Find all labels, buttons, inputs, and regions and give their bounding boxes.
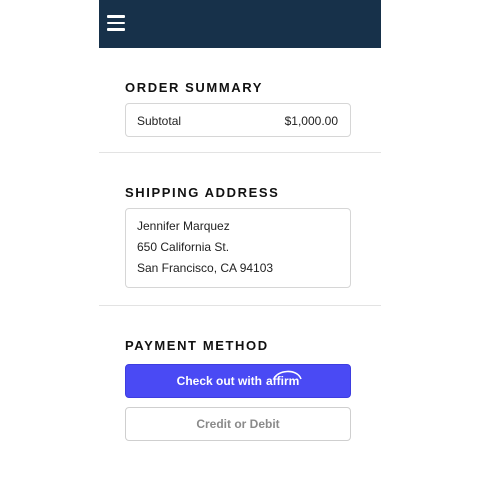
section-divider	[99, 152, 381, 153]
subtotal-value: $1,000.00	[284, 113, 338, 128]
credit-debit-button[interactable]: Credit or Debit	[125, 407, 351, 441]
address-name: Jennifer Marquez	[137, 219, 230, 233]
affirm-button-text: Check out with	[176, 374, 262, 388]
credit-debit-label: Credit or Debit	[196, 417, 280, 431]
affirm-arc-icon	[273, 370, 302, 380]
affirm-logo: affirm	[266, 370, 302, 388]
checkout-screen: ORDER SUMMARY Subtotal $1,000.00 SHIPPIN…	[99, 0, 381, 480]
hamburger-menu-icon[interactable]	[107, 14, 127, 32]
shipping-address-title: SHIPPING ADDRESS	[125, 185, 280, 200]
section-divider	[99, 305, 381, 306]
subtotal-row: Subtotal $1,000.00	[126, 104, 350, 137]
order-summary-box: Subtotal $1,000.00	[125, 103, 351, 137]
order-summary-title: ORDER SUMMARY	[125, 80, 264, 95]
shipping-address-box: Jennifer Marquez 650 California St. San …	[125, 208, 351, 288]
subtotal-label: Subtotal	[137, 113, 182, 128]
address-city: San Francisco, CA 94103	[137, 261, 274, 275]
payment-method-title: PAYMENT METHOD	[125, 338, 269, 353]
top-bar	[99, 0, 381, 48]
affirm-checkout-button[interactable]: Check out with affirm	[125, 364, 351, 398]
address-street: 650 California St.	[137, 240, 230, 254]
